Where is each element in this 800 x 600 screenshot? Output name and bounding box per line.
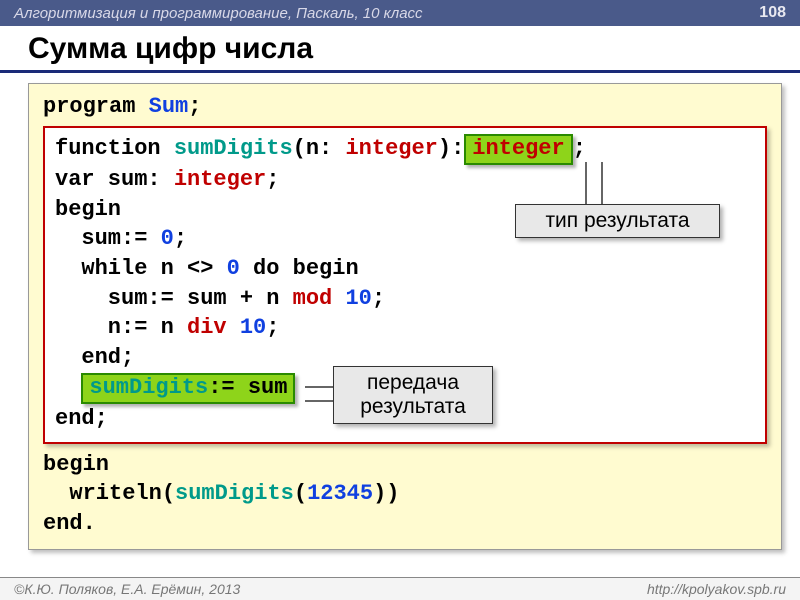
code-line: function sumDigits(n: integer):integer;	[55, 134, 755, 165]
code-line: writeln(sumDigits(12345))	[43, 479, 767, 509]
callout-connector	[585, 162, 587, 207]
callout-connector	[601, 162, 603, 207]
highlight-assign-result: sumDigits:= sum	[81, 373, 295, 404]
code-line: program Sum;	[43, 92, 767, 122]
code-line: var sum: integer;	[55, 165, 755, 195]
code-block-outer: program Sum; function sumDigits(n: integ…	[28, 83, 782, 550]
slide-title: Сумма цифр числа	[0, 26, 800, 73]
code-line: sum:= sum + n mod 10;	[55, 284, 755, 314]
course-label: Алгоритмизация и программирование, Паска…	[14, 5, 423, 22]
callout-pass-result: передача результата	[333, 366, 493, 424]
code-line: while n <> 0 do begin	[55, 254, 755, 284]
footer-bar: ©К.Ю. Поляков, Е.А. Ерёмин, 2013 http://…	[0, 577, 800, 600]
code-line: begin	[43, 450, 767, 480]
page-number: 108	[759, 4, 786, 22]
footer-url: http://kpolyakov.spb.ru	[647, 581, 786, 597]
highlight-return-type: integer	[464, 134, 572, 165]
callout-connector	[305, 386, 335, 388]
callout-return-type: тип результата	[515, 204, 720, 238]
code-line: n:= n div 10;	[55, 313, 755, 343]
slide-body: program Sum; function sumDigits(n: integ…	[0, 73, 800, 550]
footer-authors: ©К.Ю. Поляков, Е.А. Ерёмин, 2013	[14, 581, 240, 597]
header-bar: Алгоритмизация и программирование, Паска…	[0, 0, 800, 26]
code-line: end.	[43, 509, 767, 539]
callout-connector	[305, 400, 335, 402]
code-block-inner: function sumDigits(n: integer):integer; …	[43, 126, 767, 444]
